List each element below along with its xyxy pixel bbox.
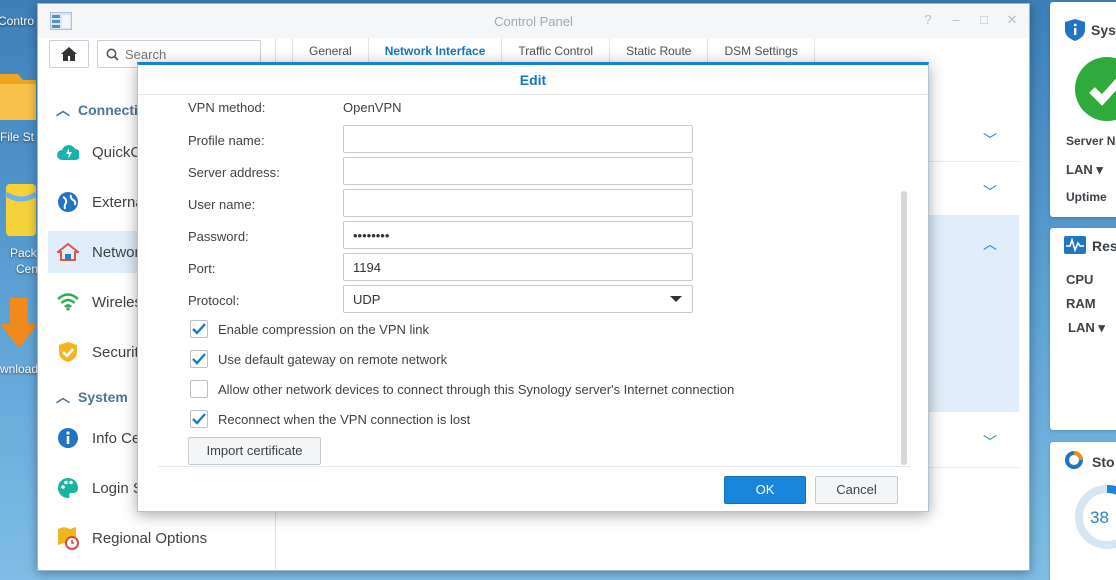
allow-other-devices-checkbox[interactable] — [190, 380, 208, 398]
server-address-field[interactable] — [343, 157, 693, 185]
reconnect-checkbox[interactable] — [190, 410, 208, 428]
server-name-label: Server N — [1066, 134, 1116, 148]
desktop-label-file-station[interactable]: File St — [0, 130, 34, 144]
folder-icon[interactable] — [0, 66, 36, 120]
resource-monitor-icon — [1064, 236, 1086, 254]
resource-widget-title: Res — [1092, 238, 1116, 254]
sidebar-item-regional-options[interactable]: Regional Options — [48, 517, 275, 559]
desktop-label-control[interactable]: Contro — [0, 14, 34, 28]
uptime-label: Uptime — [1066, 190, 1107, 204]
chevron-up-icon: ︿ — [56, 389, 70, 405]
checkmark-icon — [192, 413, 206, 425]
minimize-icon[interactable]: – — [949, 12, 963, 28]
desktop-label-center[interactable]: Cen — [16, 262, 38, 276]
compression-checkbox[interactable] — [190, 320, 208, 338]
default-gateway-option[interactable]: Use default gateway on remote network — [190, 350, 447, 368]
system-health-widget: Sys Server N LAN ▾ Uptime — [1050, 2, 1116, 217]
checkmark-icon — [192, 323, 206, 335]
default-gateway-checkbox[interactable] — [190, 350, 208, 368]
section-connectivity[interactable]: ︿ Connecti — [56, 100, 138, 120]
info-icon — [56, 426, 80, 450]
protocol-value: UDP — [353, 291, 381, 307]
system-widget-title: Sys — [1091, 22, 1116, 38]
desktop-label-download[interactable]: wnload — [0, 362, 38, 376]
home-icon — [61, 47, 77, 61]
close-icon[interactable]: ✕ — [1005, 12, 1019, 28]
home-network-icon — [56, 240, 80, 264]
chevron-up-icon: ︿ — [56, 102, 70, 118]
dropdown-arrow-icon — [670, 296, 682, 302]
globe-icon — [56, 190, 80, 214]
lan-dropdown[interactable]: LAN ▾ — [1066, 162, 1103, 178]
port-label: Port: — [188, 261, 216, 276]
reconnect-option[interactable]: Reconnect when the VPN connection is los… — [190, 410, 470, 428]
help-icon[interactable]: ? — [921, 12, 935, 28]
chevron-down-icon[interactable]: ﹀ — [983, 130, 997, 150]
lan-dropdown[interactable]: LAN ▾ — [1068, 320, 1105, 336]
storage-ring-icon — [1065, 451, 1083, 469]
shield-info-icon — [1065, 19, 1085, 41]
ok-button[interactable]: OK — [724, 476, 806, 504]
search-icon — [106, 48, 119, 61]
shield-icon — [56, 340, 80, 364]
ram-label: RAM — [1066, 296, 1096, 311]
protocol-label: Protocol: — [188, 293, 240, 308]
cancel-button[interactable]: Cancel — [815, 476, 898, 504]
user-name-field[interactable] — [343, 189, 693, 217]
protocol-select[interactable]: UDP — [343, 285, 693, 313]
footer-divider — [158, 466, 910, 467]
wifi-icon — [56, 290, 80, 314]
storage-widget: Sto 38 — [1050, 442, 1116, 580]
package-center-icon[interactable] — [4, 180, 38, 240]
regional-icon — [56, 526, 80, 550]
vpn-method-value: OpenVPN — [343, 100, 402, 115]
window-title: Control Panel — [494, 14, 573, 29]
profile-name-field[interactable] — [343, 125, 693, 153]
desktop-label-package[interactable]: Pack — [10, 246, 37, 260]
maximize-icon[interactable]: □ — [977, 12, 991, 28]
home-button[interactable] — [49, 40, 89, 68]
download-icon[interactable] — [0, 298, 38, 354]
checkmark-icon — [192, 353, 206, 365]
storage-widget-title: Sto — [1092, 454, 1115, 470]
storage-usage-value: 38 — [1090, 508, 1109, 527]
allow-other-devices-option[interactable]: Allow other network devices to connect t… — [190, 380, 734, 398]
password-label: Password: — [188, 229, 249, 244]
search-input[interactable] — [125, 46, 255, 62]
import-certificate-button[interactable]: Import certificate — [188, 437, 321, 465]
edit-vpn-dialog: Edit VPN method: OpenVPN Profile name: S… — [137, 62, 929, 512]
title-bar[interactable]: Control Panel ? – □ ✕ — [38, 4, 1029, 38]
chevron-down-icon[interactable]: ﹀ — [983, 182, 997, 202]
chevron-up-icon[interactable]: ︿ — [983, 234, 997, 254]
section-system[interactable]: ︿ System — [56, 387, 128, 407]
dialog-scrollbar[interactable] — [901, 191, 907, 465]
server-address-label: Server address: — [188, 165, 280, 180]
quickconnect-icon — [56, 140, 80, 164]
chevron-down-icon[interactable]: ﹀ — [983, 432, 997, 452]
port-field[interactable] — [343, 253, 693, 281]
healthy-check-icon — [1075, 57, 1116, 121]
resource-monitor-widget: Res CPU RAM LAN ▾ — [1050, 228, 1116, 430]
password-field[interactable] — [343, 221, 693, 249]
compression-option[interactable]: Enable compression on the VPN link — [190, 320, 429, 338]
cpu-label: CPU — [1066, 272, 1094, 287]
user-name-label: User name: — [188, 197, 256, 212]
vpn-method-label: VPN method: — [188, 100, 266, 115]
palette-icon — [56, 476, 80, 500]
dialog-title[interactable]: Edit — [138, 65, 928, 95]
profile-name-label: Profile name: — [188, 133, 265, 148]
